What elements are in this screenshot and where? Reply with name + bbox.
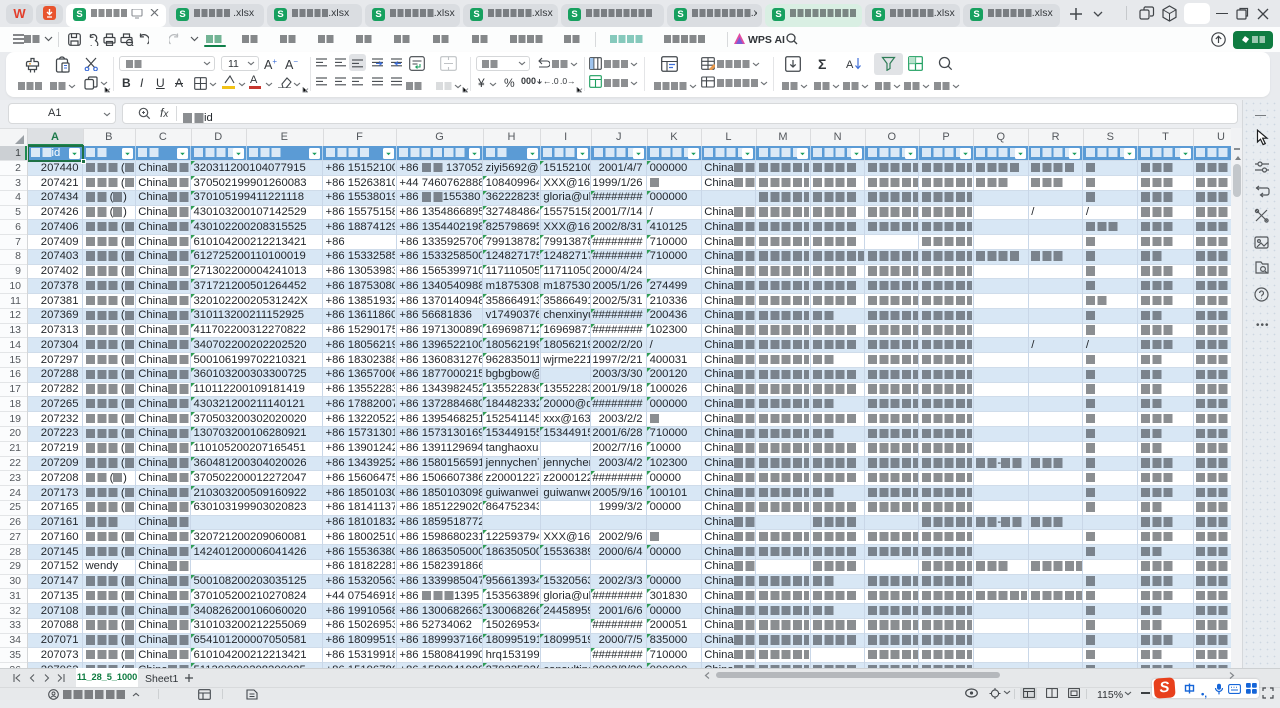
- svg-text:A: A: [846, 59, 854, 71]
